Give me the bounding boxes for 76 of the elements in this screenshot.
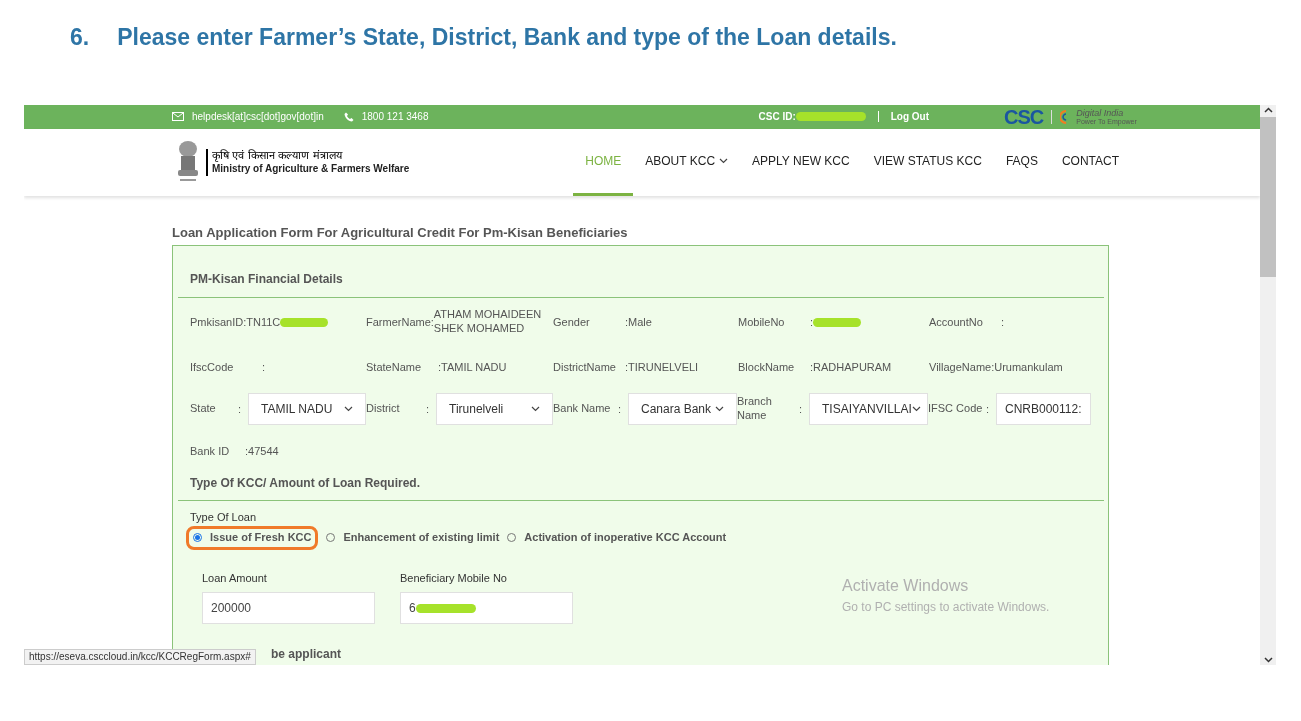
mail-icon: [172, 112, 184, 122]
colon: :: [426, 401, 431, 417]
section-title: Type Of KCC/ Amount of Loan Required.: [190, 475, 421, 492]
field-label: IFSC Code: [928, 402, 984, 416]
nav-link[interactable]: APPLY NEW KCC: [740, 128, 862, 196]
field-label: District: [366, 402, 401, 416]
field-value: Urumankulam: [994, 359, 1063, 375]
colon: :: [799, 401, 804, 417]
helpdesk-email: helpdesk[at]csc[dot]gov[dot]in: [192, 110, 324, 125]
field-label: Type Of Loan: [190, 510, 258, 525]
nav-link[interactable]: FAQS: [993, 128, 1050, 196]
chevron-down-icon: [531, 406, 540, 412]
field-label: FarmerName:: [366, 315, 434, 328]
chevron-down-icon: [715, 406, 724, 412]
field-value: :: [262, 359, 266, 375]
scroll-thumb[interactable]: [1260, 117, 1276, 277]
redaction-mark: [795, 112, 866, 122]
step-number: 6.: [70, 23, 90, 52]
field-label: Gender: [553, 314, 591, 330]
colon: :: [986, 401, 991, 417]
radio-option[interactable]: Issue of Fresh KCC: [186, 525, 319, 550]
scroll-up-icon[interactable]: [1263, 107, 1273, 113]
helpdesk-phone: 1800 121 3468: [361, 110, 429, 125]
activation-title: Activate Windows: [842, 576, 970, 596]
phone-icon: [343, 111, 354, 122]
input-field[interactable]: CNRB000112:: [996, 393, 1091, 425]
chevron-down-icon: [911, 406, 921, 412]
nav-link[interactable]: ABOUT KCC: [633, 128, 741, 196]
colon: :: [618, 401, 623, 417]
section-title: PM-Kisan Financial Details: [190, 271, 344, 288]
select-field[interactable]: Canara Bank: [628, 393, 737, 425]
field-label: AccountNo: [929, 314, 984, 330]
nav-link[interactable]: VIEW STATUS KCC: [861, 128, 994, 196]
field-value: :TAMIL NADU: [438, 359, 507, 375]
field-label: Branch Name: [737, 395, 773, 423]
field-label: IfscCode: [190, 359, 235, 375]
radio-option[interactable]: Enhancement of existing limit: [326, 525, 500, 550]
select-field[interactable]: Tirunelveli: [436, 393, 553, 425]
ministry-name: Ministry of Agriculture & Farmers Welfare: [212, 163, 410, 176]
field-label: StateName: [366, 359, 423, 375]
field-value: :47544: [245, 443, 279, 459]
radio-option[interactable]: Activation of inoperative KCC Account: [507, 525, 727, 550]
field-label: PmkisanID:: [190, 314, 247, 330]
field-value: :TIRUNELVELI: [625, 359, 699, 375]
section-title: be applicant: [271, 648, 342, 660]
field-label: Bank ID: [190, 443, 231, 459]
field-label: VillageName:: [929, 359, 995, 375]
select-field[interactable]: TAMIL NADU: [248, 393, 366, 425]
digital-india-logo-text: Digital India: [1076, 108, 1125, 118]
field-value: :: [810, 314, 814, 330]
field-label: State: [190, 402, 217, 416]
activation-text: Go to PC settings to activate Windows.: [842, 599, 1050, 616]
field-value: :: [1001, 314, 1005, 330]
csc-logo: CSC: [1004, 106, 1044, 127]
scroll-down-icon[interactable]: [1263, 657, 1273, 663]
field-value: TN11C: [246, 314, 281, 330]
field-label: Loan Amount: [202, 570, 268, 586]
input-field[interactable]: 200000: [202, 592, 375, 624]
field-value: ATHAM MOHAIDEEN SHEK MOHAMED: [433, 308, 543, 336]
field-value: :Male: [625, 314, 652, 330]
nav-link[interactable]: CONTACT: [1049, 128, 1132, 196]
form-title: Loan Application Form For Agricultural Credit For Pm-Kisan Beneficiaries: [172, 224, 629, 242]
select-field[interactable]: TISAIYANVILLAI: [809, 393, 928, 425]
ministry-hindi-name: कृषि एवं किसान कल्याण मंत्रालय: [212, 149, 344, 164]
field-value: :RADHAPURAM: [810, 359, 892, 375]
status-url: https://eseva.csccloud.in/kcc/KCCRegForm.aspx#: [24, 649, 256, 665]
colon: :: [238, 401, 243, 417]
field-label: Beneficiary Mobile No: [400, 570, 508, 586]
field-label: MobileNo: [738, 314, 786, 330]
input-field[interactable]: 6: [400, 592, 573, 624]
csc-id-label: CSC ID:: [758, 110, 796, 125]
field-label: DistrictName: [553, 359, 617, 375]
field-label: BlockName: [738, 359, 796, 375]
chevron-down-icon: [344, 406, 353, 412]
field-label: Bank Name: [553, 402, 612, 416]
step-heading: Please enter Farmer’s State, District, Bank and type of the Loan details.: [117, 23, 897, 52]
